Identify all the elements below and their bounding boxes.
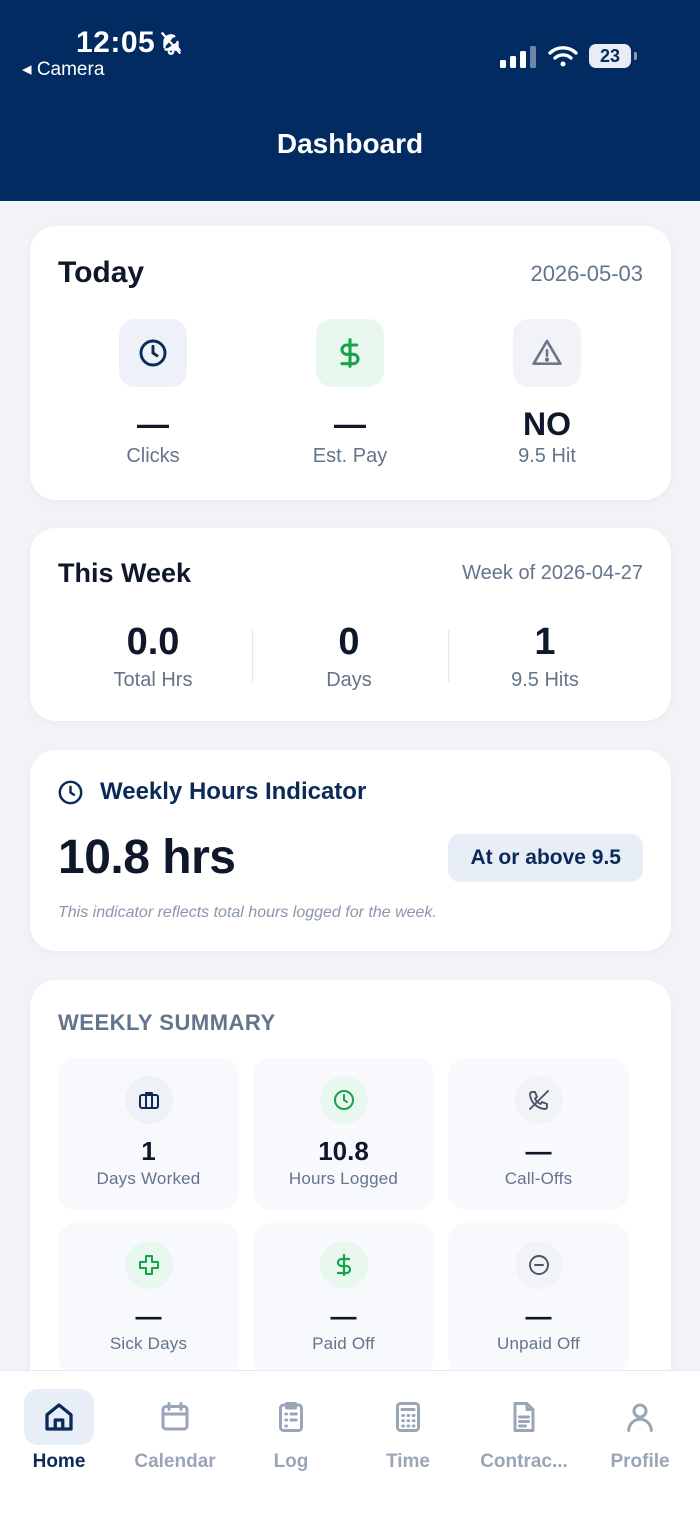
tile-label: Paid Off xyxy=(312,1334,375,1353)
summary-tile-paid-off: — Paid Off xyxy=(253,1223,434,1375)
tab-label: Contrac... xyxy=(480,1451,568,1472)
status-badge: At or above 9.5 xyxy=(448,834,643,882)
wifi-icon xyxy=(548,46,578,67)
this-week-card: This Week Week of 2026-04-27 0.0 Total H… xyxy=(30,528,671,721)
tab-profile[interactable]: Profile xyxy=(582,1371,698,1481)
week-stat-value: 0 xyxy=(338,621,360,663)
weekly-hours-indicator-card: Weekly Hours Indicator 10.8 hrs At or ab… xyxy=(30,750,671,951)
tile-value: — xyxy=(525,1301,552,1331)
stat-label: 9.5 Hit xyxy=(518,445,576,467)
tab-contracts[interactable]: Contrac... xyxy=(466,1371,582,1481)
tile-label: Call-Offs xyxy=(504,1169,573,1188)
today-title: Today xyxy=(58,256,145,289)
clock-icon xyxy=(119,319,187,387)
tile-label: Unpaid Off xyxy=(497,1334,580,1353)
tile-value: 10.8 xyxy=(318,1136,369,1166)
calendar-icon xyxy=(140,1389,210,1445)
tab-label: Home xyxy=(32,1451,86,1472)
dollar-icon xyxy=(316,319,384,387)
tab-log[interactable]: Log xyxy=(233,1371,349,1481)
tab-label: Calendar xyxy=(134,1451,216,1472)
indicator-title: Weekly Hours Indicator xyxy=(100,778,367,805)
warning-icon xyxy=(513,319,581,387)
indicator-value: 10.8 hrs xyxy=(58,831,236,884)
home-icon xyxy=(24,1389,94,1445)
status-time: 12:05 xyxy=(76,26,156,59)
cellular-signal-icon xyxy=(500,46,536,68)
week-stat-label: 9.5 Hits xyxy=(511,669,579,691)
tab-time[interactable]: Time xyxy=(350,1371,466,1481)
tab-label: Log xyxy=(273,1451,309,1472)
week-stat-value: 0.0 xyxy=(126,621,180,663)
tile-label: Sick Days xyxy=(109,1334,188,1353)
battery-indicator: 23 xyxy=(589,44,637,68)
week-stat-days: 0 Days xyxy=(251,622,447,692)
bottom-tab-bar: Home Calendar Log Time Contrac... Profil… xyxy=(0,1370,700,1514)
tile-value: — xyxy=(525,1136,552,1166)
clock-icon xyxy=(319,1076,368,1124)
summary-tile-sick-days: — Sick Days xyxy=(58,1223,239,1375)
stat-clicks: — Clicks xyxy=(53,319,253,468)
week-stat-value: 1 xyxy=(534,621,556,663)
stat-est-pay: — Est. Pay xyxy=(250,319,450,468)
week-stat-total-hrs: 0.0 Total Hrs xyxy=(55,622,251,692)
stat-value: — xyxy=(137,406,169,442)
stat-label: Clicks xyxy=(126,445,180,467)
bell-muted-icon xyxy=(161,32,182,55)
summary-tile-call-offs: — Call-Offs xyxy=(448,1058,629,1210)
today-card: Today 2026-05-03 — Clicks — Est. Pay NO … xyxy=(30,226,671,500)
week-stat-95-hits: 1 9.5 Hits xyxy=(447,622,643,692)
summary-tile-days-worked: 1 Days Worked xyxy=(58,1058,239,1210)
weekly-summary-card: WEEKLY SUMMARY 1 Days Worked 10.8 Hours … xyxy=(30,980,671,1400)
back-to-camera-link[interactable]: ◂ Camera xyxy=(22,58,104,81)
week-stat-label: Total Hrs xyxy=(113,669,193,691)
stat-95-hit: NO 9.5 Hit xyxy=(447,319,647,468)
stat-value: — xyxy=(334,406,366,442)
tab-label: Profile xyxy=(610,1451,670,1472)
tile-value: — xyxy=(135,1301,162,1331)
indicator-note: This indicator reflects total hours logg… xyxy=(58,904,437,921)
clock-icon xyxy=(58,780,83,805)
tab-calendar[interactable]: Calendar xyxy=(117,1371,233,1481)
calculator-icon xyxy=(373,1389,443,1445)
summary-title: WEEKLY SUMMARY xyxy=(58,1010,276,1035)
clipboard-icon xyxy=(256,1389,326,1445)
tile-value: 1 xyxy=(141,1136,156,1166)
stat-value: NO xyxy=(523,406,571,442)
dollar-icon xyxy=(319,1241,368,1289)
today-date: 2026-05-03 xyxy=(530,261,643,286)
tab-label: Time xyxy=(385,1451,430,1472)
summary-tile-hours-logged: 10.8 Hours Logged xyxy=(253,1058,434,1210)
minus-circle-icon xyxy=(514,1241,563,1289)
tile-label: Days Worked xyxy=(96,1169,201,1188)
phone-off-icon xyxy=(514,1076,563,1124)
week-title: This Week xyxy=(58,558,192,588)
app-header: 12:05 ◂ Camera 23 Dashboard xyxy=(0,0,700,201)
document-icon xyxy=(489,1389,559,1445)
briefcase-icon xyxy=(124,1076,173,1124)
page-title: Dashboard xyxy=(276,128,424,159)
user-icon xyxy=(605,1389,675,1445)
stat-label: Est. Pay xyxy=(312,445,388,467)
tab-home[interactable]: Home xyxy=(1,1371,117,1481)
plus-icon xyxy=(124,1241,173,1289)
summary-tile-unpaid-off: — Unpaid Off xyxy=(448,1223,629,1375)
week-stat-label: Days xyxy=(326,669,372,691)
week-subtitle: Week of 2026-04-27 xyxy=(462,562,643,584)
tile-value: — xyxy=(330,1301,357,1331)
tile-label: Hours Logged xyxy=(288,1169,399,1188)
